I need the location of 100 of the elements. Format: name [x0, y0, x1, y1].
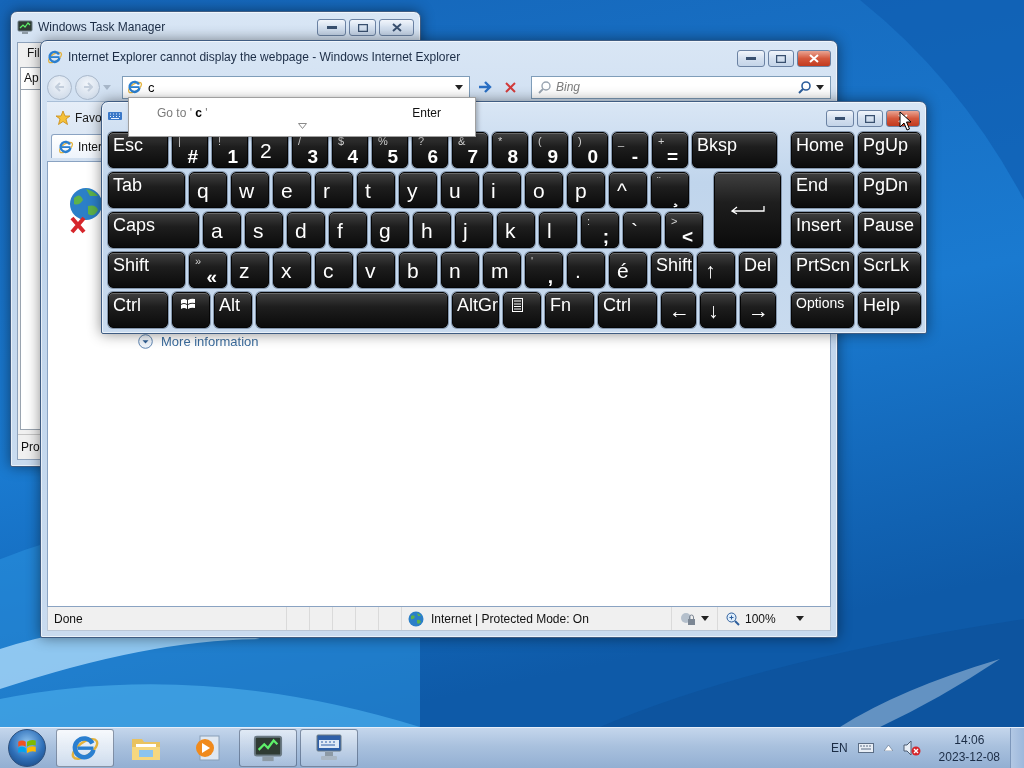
keyboard-key[interactable]: [503, 292, 541, 328]
minimize-button[interactable]: [826, 110, 854, 127]
keyboard-key[interactable]: * 8: [492, 132, 528, 168]
padlock-icon[interactable]: [680, 611, 696, 626]
keyboard-key[interactable]: v: [357, 252, 395, 288]
start-button[interactable]: [8, 729, 46, 767]
keyboard-key[interactable]: PgUp: [858, 132, 921, 168]
keyboard-key[interactable]: z: [231, 252, 269, 288]
keyboard-key[interactable]: t: [357, 172, 395, 208]
keyboard-icon[interactable]: [857, 743, 874, 753]
keyboard-key[interactable]: AltGr: [452, 292, 499, 328]
keyboard-key[interactable]: Insert: [791, 212, 854, 248]
keyboard-key[interactable]: j: [455, 212, 493, 248]
taskbar-button[interactable]: [300, 729, 358, 767]
keyboard-key[interactable]: ScrLk: [858, 252, 921, 288]
keyboard-key[interactable]: Alt: [214, 292, 252, 328]
keyboard-key[interactable]: Shift: [108, 252, 185, 288]
keyboard-key[interactable]: k: [497, 212, 535, 248]
keyboard-key[interactable]: Ctrl: [598, 292, 657, 328]
keyboard-key[interactable]: r: [315, 172, 353, 208]
keyboard-key[interactable]: `: [623, 212, 661, 248]
maximize-button[interactable]: [857, 110, 883, 127]
keyboard-key[interactable]: é: [609, 252, 647, 288]
clock-date[interactable]: 2023-12-08: [938, 749, 1000, 764]
keyboard-key[interactable]: » «: [189, 252, 227, 288]
tab[interactable]: Ap: [20, 67, 43, 89]
keyboard-key[interactable]: PgDn: [858, 172, 921, 208]
keyboard-key[interactable]: Shift: [651, 252, 693, 288]
show-hidden-icons-icon[interactable]: [883, 745, 893, 751]
maximize-button[interactable]: [768, 50, 794, 67]
keyboard-key[interactable]: ) 0: [572, 132, 608, 168]
keyboard-key[interactable]: w: [231, 172, 269, 208]
keyboard-key[interactable]: : ;: [581, 212, 619, 248]
keyboard-key[interactable]: f: [329, 212, 367, 248]
minimize-button[interactable]: [737, 50, 765, 67]
keyboard-key[interactable]: ( 9: [532, 132, 568, 168]
keyboard-key[interactable]: Bksp: [692, 132, 777, 168]
keyboard-key[interactable]: x: [273, 252, 311, 288]
keyboard-key[interactable]: u: [441, 172, 479, 208]
address-field[interactable]: c: [122, 75, 470, 99]
keyboard-key[interactable]: m: [483, 252, 521, 288]
keyboard-key[interactable]: PrtScn: [791, 252, 854, 288]
status-text: Done: [53, 611, 84, 626]
keyboard-key[interactable]: a: [203, 212, 241, 248]
keyboard-key[interactable]: e: [273, 172, 311, 208]
keyboard-key[interactable]: Ctrl: [108, 292, 168, 328]
close-icon: [809, 54, 819, 63]
speaker-muted-icon[interactable]: [902, 740, 921, 756]
minimize-button[interactable]: [317, 19, 346, 36]
keyboard-key[interactable]: End: [791, 172, 854, 208]
search-icon[interactable]: [798, 80, 811, 94]
taskbar-button[interactable]: [239, 729, 297, 767]
keyboard-key[interactable]: s: [245, 212, 283, 248]
keyboard-key[interactable]: d: [287, 212, 325, 248]
keyboard-key[interactable]: Caps: [108, 212, 199, 248]
keyboard-key[interactable]: y: [399, 172, 437, 208]
forward-arrow-icon: [82, 82, 93, 92]
maximize-button[interactable]: [349, 19, 376, 36]
keyboard-key[interactable]: Help: [858, 292, 921, 328]
keyboard-key[interactable]: g: [371, 212, 409, 248]
window-title: Internet Explorer cannot display the webpage - Windows Internet Explorer: [68, 50, 461, 64]
expand-chevron-icon: [138, 334, 153, 349]
keyboard-key[interactable]: n: [441, 252, 479, 288]
keyboard-key[interactable]: Pause: [858, 212, 921, 248]
keyboard-key[interactable]: c: [315, 252, 353, 288]
keyboard-key[interactable]: q: [189, 172, 227, 208]
keyboard-key[interactable]: ←: [661, 292, 696, 328]
enter-arrow-icon: [730, 205, 765, 215]
keyboard-key[interactable]: i: [483, 172, 521, 208]
keyboard-key[interactable]: + =: [652, 132, 688, 168]
keyboard-key[interactable]: ¨ ¸: [651, 172, 689, 208]
keyboard-key[interactable]: h: [413, 212, 451, 248]
keyboard-key[interactable]: o: [525, 172, 563, 208]
clock-time[interactable]: 14:06: [954, 732, 985, 747]
keyboard-key[interactable]: ' ,: [525, 252, 563, 288]
keyboard-key[interactable]: Del: [739, 252, 777, 288]
more-information-link[interactable]: More information: [138, 334, 259, 349]
keyboard-key[interactable]: .: [567, 252, 605, 288]
keyboard-key[interactable]: Fn: [545, 292, 594, 328]
suggestion-item[interactable]: Go to ' c ': [157, 106, 208, 120]
keyboard-key[interactable]: [172, 292, 210, 328]
keyboard-key[interactable]: Options: [791, 292, 854, 328]
keyboard-key[interactable]: ↓: [700, 292, 736, 328]
keyboard-key[interactable]: →: [740, 292, 776, 328]
keyboard-key[interactable]: l: [539, 212, 577, 248]
keyboard-key[interactable]: Home: [791, 132, 854, 168]
keyboard-key[interactable]: [714, 172, 781, 248]
keyboard-key[interactable]: ↑: [697, 252, 735, 288]
keyboard-key[interactable]: _ -: [612, 132, 648, 168]
language-indicator[interactable]: EN: [830, 741, 848, 755]
close-button[interactable]: [379, 19, 414, 36]
keyboard-key[interactable]: ^: [609, 172, 647, 208]
keyboard-key[interactable]: p: [567, 172, 605, 208]
search-field[interactable]: Bing: [531, 75, 831, 99]
keyboard-key[interactable]: > <: [665, 212, 703, 248]
zoom-level[interactable]: 100%: [745, 611, 791, 626]
keyboard-key[interactable]: Tab: [108, 172, 185, 208]
keyboard-key[interactable]: b: [399, 252, 437, 288]
menu-item[interactable]: Fil: [27, 46, 40, 60]
expand-arrow-icon[interactable]: [297, 123, 307, 129]
